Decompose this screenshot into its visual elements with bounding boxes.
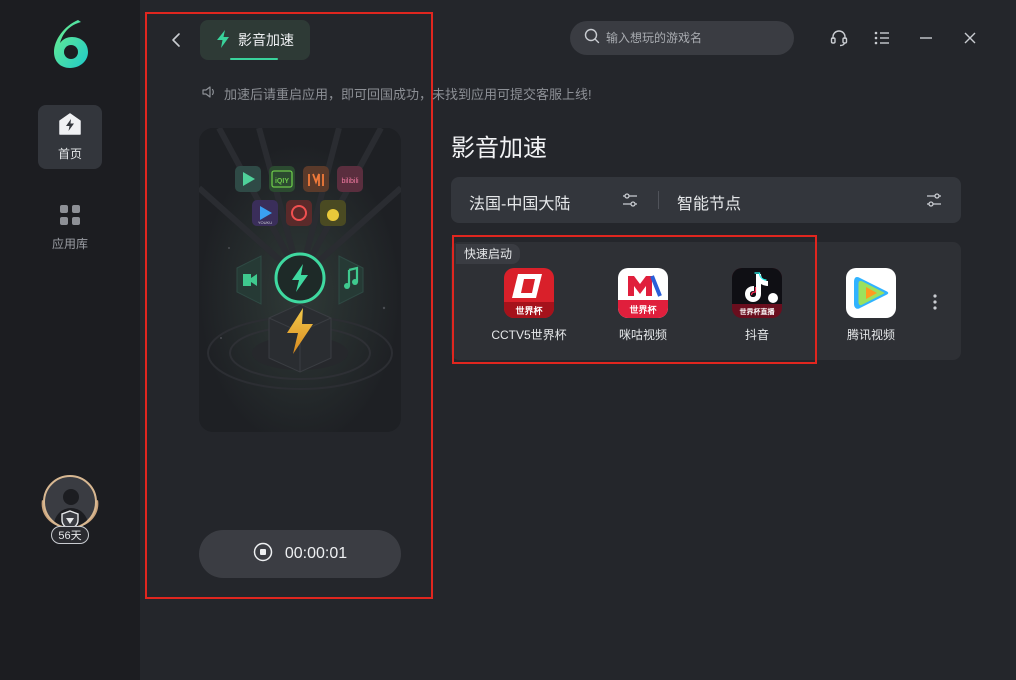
close-icon[interactable] bbox=[960, 28, 980, 48]
mango-tv-icon bbox=[303, 166, 329, 192]
app-logo-icon bbox=[48, 16, 96, 72]
node-selector-bar: 法国-中国大陆 智能节点 bbox=[451, 177, 961, 223]
user-avatar[interactable]: 56天 bbox=[38, 470, 102, 550]
node-settings-icon[interactable] bbox=[925, 191, 943, 209]
tencent-video-icon bbox=[846, 268, 896, 318]
more-vertical-icon[interactable] bbox=[928, 290, 942, 314]
sidebar: 首页 应用库 56天 bbox=[0, 0, 140, 680]
back-button[interactable] bbox=[168, 28, 184, 52]
sidebar-item-label: 首页 bbox=[57, 147, 82, 161]
youku-icon: YOUKU bbox=[252, 200, 278, 226]
app-tencent-video[interactable]: 腾讯视频 bbox=[821, 268, 921, 343]
douyin-icon: 世界杯直播 bbox=[732, 268, 782, 318]
grid-apps-icon bbox=[59, 204, 81, 229]
svg-text:世界杯: 世界杯 bbox=[515, 305, 543, 317]
tab-label: 影音加速 bbox=[238, 32, 294, 48]
search-icon bbox=[584, 28, 600, 49]
quick-launch-label: 快速启动 bbox=[456, 244, 521, 264]
app-label: 腾讯视频 bbox=[846, 328, 895, 342]
sidebar-item-home[interactable]: 首页 bbox=[38, 105, 102, 169]
sidebar-item-label: 应用库 bbox=[51, 237, 88, 251]
support-headset-icon[interactable] bbox=[829, 28, 849, 48]
tab-active-indicator bbox=[230, 58, 278, 60]
speaker-icon bbox=[201, 84, 217, 103]
app-label: CCTV5世界杯 bbox=[491, 328, 567, 342]
membership-days-badge: 56天 bbox=[51, 526, 89, 544]
minimize-icon[interactable] bbox=[916, 28, 936, 48]
svg-text:世界杯: 世界杯 bbox=[629, 304, 657, 316]
notice-text: 加速后请重启应用，即可回国成功，未找到应用可提交客服上线! bbox=[224, 87, 592, 102]
chevron-left-icon bbox=[172, 33, 180, 47]
stop-timer-button[interactable]: 00:00:01 bbox=[199, 530, 401, 578]
sidebar-item-app-library[interactable]: 应用库 bbox=[38, 196, 102, 260]
node-mode-selector[interactable]: 智能节点 bbox=[677, 190, 741, 214]
app-label: 抖音 bbox=[744, 328, 769, 342]
notice-bar: 加速后请重启应用，即可回国成功，未找到应用可提交客服上线! bbox=[201, 84, 592, 103]
search-input[interactable] bbox=[606, 31, 776, 45]
list-menu-icon[interactable] bbox=[872, 28, 892, 48]
tab-media-acceleration[interactable]: 影音加速 bbox=[200, 20, 310, 60]
video-play-icon bbox=[235, 166, 261, 192]
cctv5-worldcup-icon: 世界杯 bbox=[504, 268, 554, 318]
netease-music-icon bbox=[286, 200, 312, 226]
app-migu-video[interactable]: 世界杯 咪咕视频 bbox=[593, 268, 693, 343]
lightning-icon bbox=[214, 29, 232, 52]
iqiyi-icon: iQIY bbox=[269, 166, 295, 192]
home-bolt-icon bbox=[58, 112, 82, 139]
stop-icon bbox=[253, 542, 273, 567]
svg-text:bilibili: bilibili bbox=[341, 178, 359, 185]
phone-illustration: iQIY bilibili YOUKU bbox=[199, 128, 401, 432]
timer-value: 00:00:01 bbox=[284, 545, 348, 562]
bilibili-icon: bilibili bbox=[337, 166, 363, 192]
svg-text:iQIY: iQIY bbox=[275, 178, 289, 185]
divider bbox=[658, 191, 659, 209]
qq-music-icon bbox=[320, 200, 346, 226]
svg-text:世界杯直播: 世界杯直播 bbox=[740, 307, 776, 316]
app-label: 咪咕视频 bbox=[618, 328, 667, 342]
game-search-box[interactable] bbox=[570, 21, 794, 55]
page-title: 影音加速 bbox=[451, 135, 547, 162]
region-route-selector[interactable]: 法国-中国大陆 bbox=[469, 190, 570, 214]
app-cctv5-worldcup[interactable]: 世界杯 CCTV5世界杯 bbox=[479, 268, 579, 343]
svg-text:YOUKU: YOUKU bbox=[258, 220, 272, 225]
region-settings-icon[interactable] bbox=[621, 191, 639, 209]
migu-video-icon: 世界杯 bbox=[618, 268, 668, 318]
app-douyin[interactable]: 世界杯直播 抖音 bbox=[707, 268, 807, 343]
